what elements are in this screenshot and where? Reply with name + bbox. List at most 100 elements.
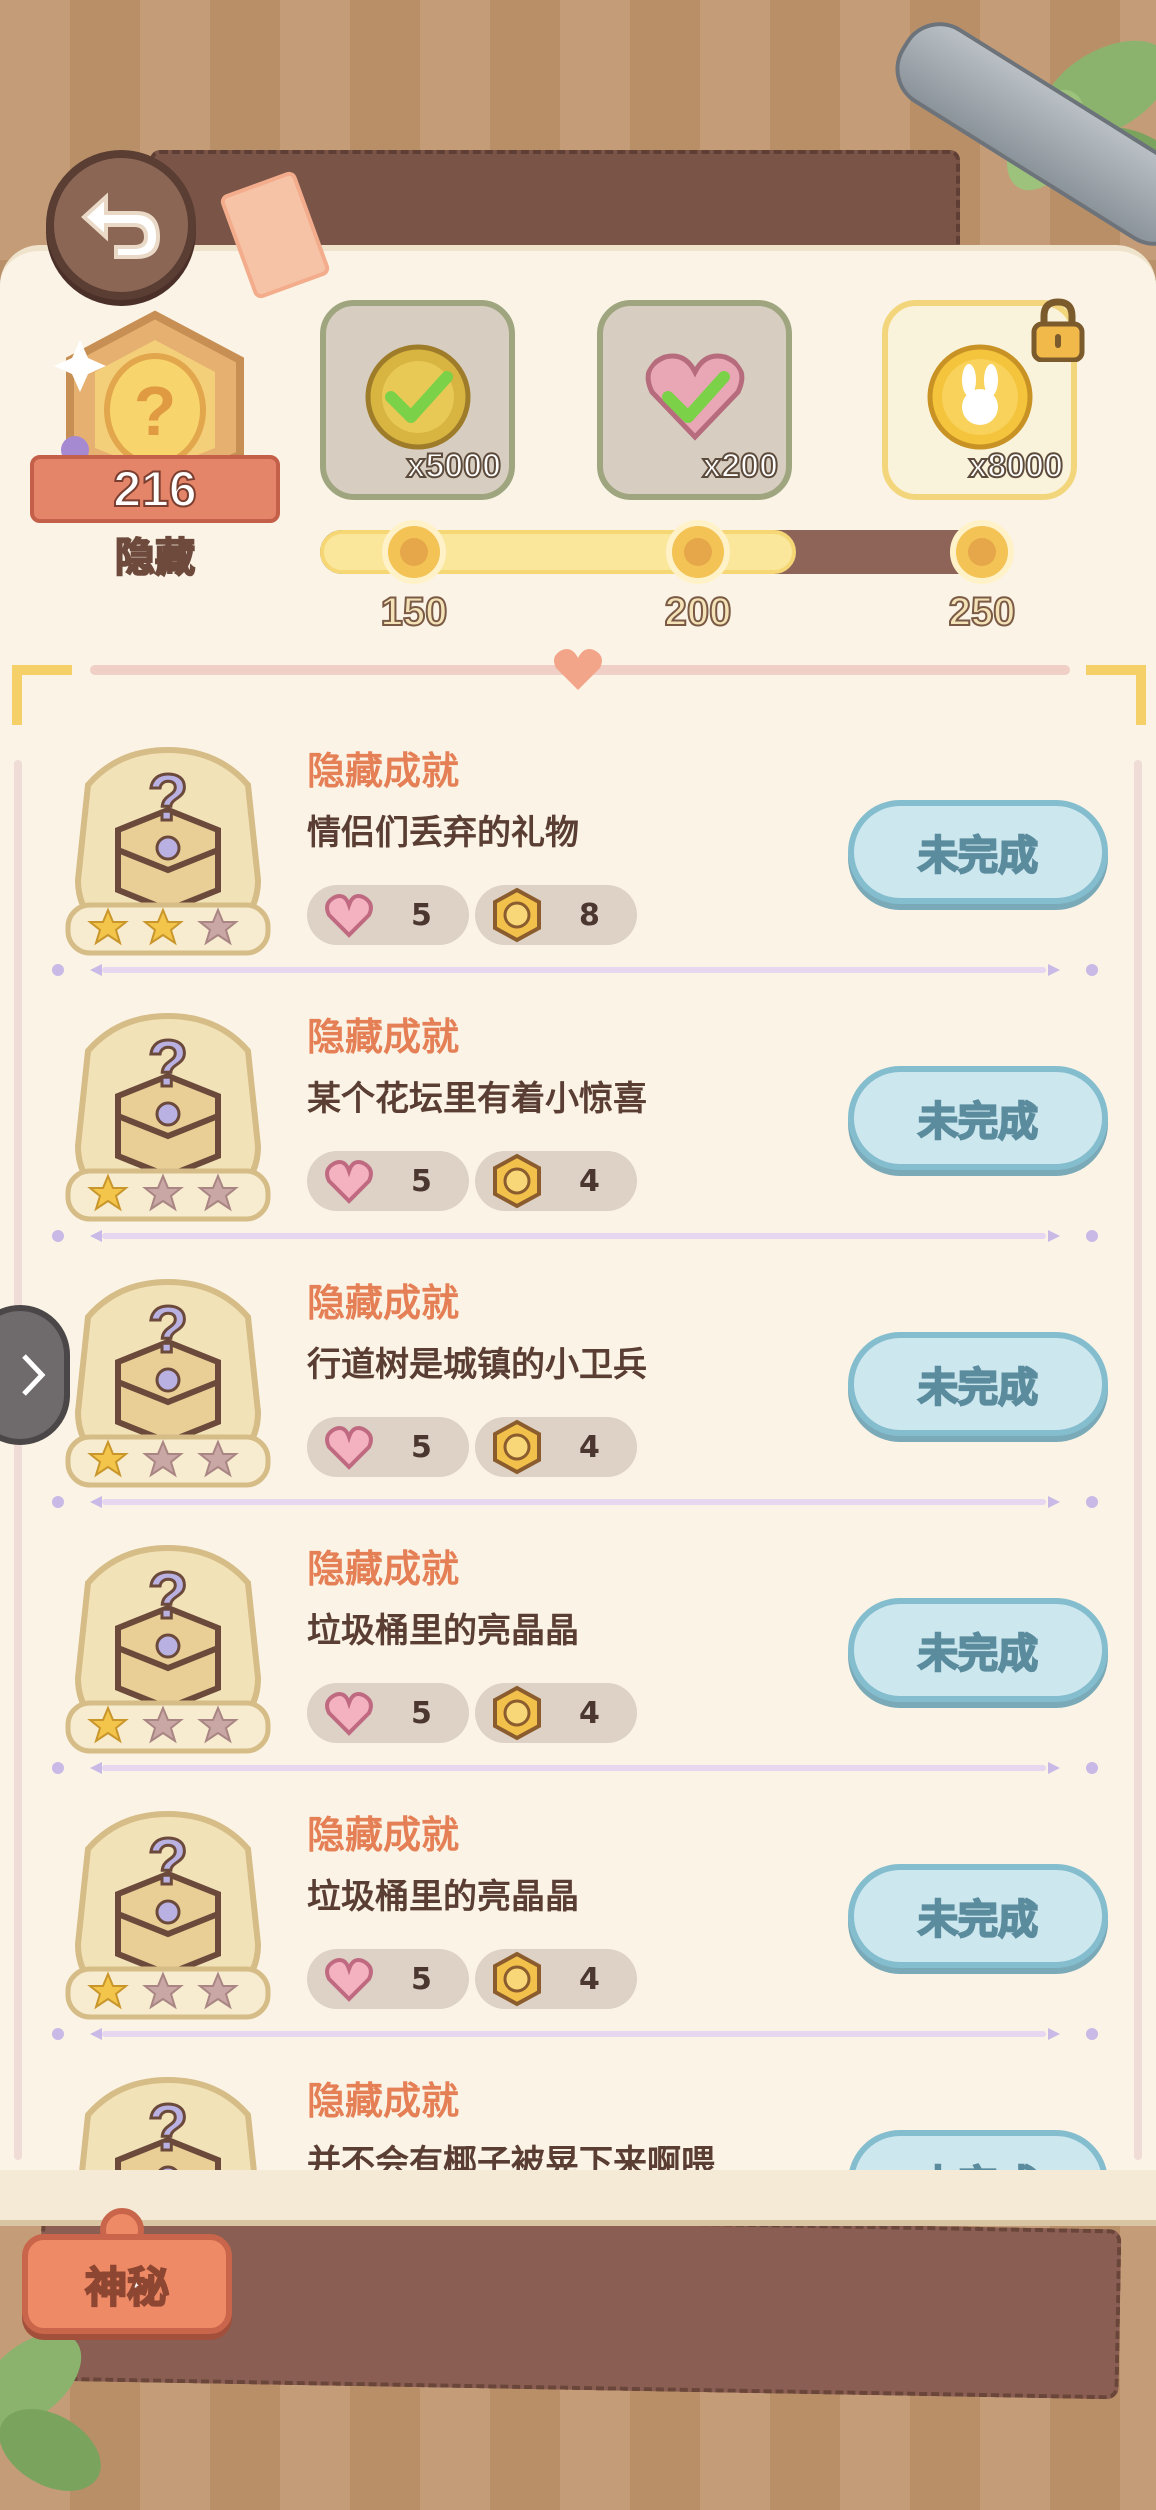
reward-quantity: x200 [701, 446, 779, 486]
svg-text:?: ? [148, 2090, 188, 2164]
heart-reward-value: 5 [411, 897, 432, 933]
achievement-description: 某个花坛里有着小惊喜 [307, 1079, 647, 1119]
heart-reward-value: 5 [411, 1695, 432, 1731]
hex-coin-icon [493, 887, 541, 943]
panel-edge [0, 2170, 1156, 2226]
item-divider [52, 2028, 1098, 2040]
heart-reward: 5 [307, 1683, 469, 1743]
heart-icon [325, 1160, 373, 1204]
hidden-achievement-icon: ? [65, 1278, 271, 1488]
hidden-achievement-icon: ? [65, 1544, 271, 1754]
achievement-count-ribbon: 216 [30, 455, 280, 523]
coin-reward-value: 4 [579, 1695, 600, 1731]
achievement-description: 并不会有椰子被晃下来啊喂 [307, 2143, 715, 2170]
svg-text:?: ? [148, 760, 188, 834]
coin-reward-value: 4 [579, 1961, 600, 1997]
status-button[interactable]: 未完成 [848, 1598, 1108, 1702]
heart-reward: 5 [307, 1949, 469, 2009]
milestone-node-3 [950, 520, 1014, 584]
milestone-reward-1[interactable]: x5000 [320, 300, 515, 500]
heart-reward-value: 5 [411, 1429, 432, 1465]
achievement-description: 垃圾桶里的亮晶晶 [307, 1611, 579, 1651]
side-expand-button[interactable] [0, 1305, 70, 1445]
hex-coin-icon [493, 1685, 541, 1741]
heart-icon [325, 1958, 373, 2002]
list-item: ? 隐藏成就 行道树是城镇的小卫兵 5 4 未完成 [0, 1252, 1156, 1518]
achievement-count: 216 [112, 460, 197, 518]
achievement-title: 隐藏成就 [307, 1281, 460, 1325]
heart-ornament-icon [554, 649, 602, 690]
achievement-description: 情侣们丢弃的礼物 [307, 813, 579, 853]
tab-mysterious[interactable]: 神秘 [22, 2234, 232, 2334]
svg-text:?: ? [148, 1558, 188, 1632]
item-divider [52, 964, 1098, 976]
gold-coin-icon [365, 344, 471, 450]
milestone-node-1 [382, 520, 446, 584]
achievement-list[interactable]: ? 隐藏成就 情侣们丢弃的礼物 5 8 未完成 ? 隐藏成就 某个花坛里有着小惊… [0, 720, 1156, 2170]
lock-icon [1031, 298, 1085, 362]
milestone-node-2 [666, 520, 730, 584]
milestone-label-2: 200 [664, 589, 733, 635]
svg-text:?: ? [134, 372, 177, 450]
hex-coin-icon [493, 1419, 541, 1475]
frame-corner-right [1086, 665, 1146, 725]
milestone-reward-2[interactable]: x200 [597, 300, 792, 500]
hidden-achievement-icon: ? [65, 1012, 271, 1222]
coin-reward: 4 [475, 1417, 637, 1477]
coin-reward: 4 [475, 1949, 637, 2009]
milestone-label-3: 250 [948, 589, 1017, 635]
heart-icon [325, 1692, 373, 1736]
status-button[interactable]: 未完成 [848, 2130, 1108, 2170]
achievement-title: 隐藏成就 [307, 2079, 460, 2123]
coin-reward-value: 4 [579, 1429, 600, 1465]
status-button[interactable]: 未完成 [848, 1864, 1108, 1968]
achievement-title: 隐藏成就 [307, 1813, 460, 1857]
heart-gem-icon [645, 353, 745, 441]
svg-text:?: ? [148, 1292, 188, 1366]
frame-corner-left [12, 665, 72, 725]
heart-reward-value: 5 [411, 1961, 432, 1997]
list-item: ? 隐藏成就 某个花坛里有着小惊喜 5 4 未完成 [0, 986, 1156, 1252]
hidden-achievement-icon: ? [65, 1810, 271, 2020]
heart-reward: 5 [307, 1151, 469, 1211]
item-divider [52, 1496, 1098, 1508]
hidden-achievement-icon: ? [65, 746, 271, 956]
coin-reward-value: 8 [579, 897, 600, 933]
coin-reward: 4 [475, 1683, 637, 1743]
list-item: ? 隐藏成就 情侣们丢弃的礼物 5 8 未完成 [0, 720, 1156, 986]
status-button[interactable]: 未完成 [848, 800, 1108, 904]
reward-quantity: x5000 [405, 446, 502, 486]
achievement-title: 隐藏成就 [307, 1547, 460, 1591]
list-item: ? 隐藏成就 垃圾桶里的亮晶晶 5 4 未完成 [0, 1784, 1156, 2050]
svg-text:?: ? [148, 1026, 188, 1100]
coin-reward: 8 [475, 885, 637, 945]
coin-reward: 4 [475, 1151, 637, 1211]
heart-icon [325, 1426, 373, 1470]
achievement-title: 隐藏成就 [307, 1015, 460, 1059]
reward-quantity: x8000 [967, 446, 1064, 486]
achievement-description: 垃圾桶里的亮晶晶 [307, 1877, 579, 1917]
bunny-coin-icon [927, 344, 1033, 450]
chevron-right-icon [22, 1354, 46, 1396]
heart-reward: 5 [307, 885, 469, 945]
hidden-achievement-icon: ? [79, 2076, 257, 2170]
heart-icon [325, 894, 373, 938]
achievement-description: 行道树是城镇的小卫兵 [307, 1345, 647, 1385]
milestone-label-1: 150 [380, 589, 449, 635]
achievement-badge: ? 216 隐藏 [20, 300, 290, 582]
back-arrow-icon [81, 192, 161, 259]
coin-reward-value: 4 [579, 1163, 600, 1199]
list-item: ? 隐藏成就 垃圾桶里的亮晶晶 5 4 未完成 [0, 1518, 1156, 1784]
status-button[interactable]: 未完成 [848, 1066, 1108, 1170]
svg-text:?: ? [148, 1824, 188, 1898]
hex-coin-icon [493, 1153, 541, 1209]
list-item: ? 隐藏成就 并不会有椰子被晃下来啊喂 未完成 [0, 2050, 1156, 2170]
achievement-category-label: 隐藏 [114, 534, 196, 582]
back-button[interactable] [46, 150, 196, 300]
status-button[interactable]: 未完成 [848, 1332, 1108, 1436]
hex-coin-icon [493, 1951, 541, 2007]
heart-reward: 5 [307, 1417, 469, 1477]
item-divider [52, 1762, 1098, 1774]
achievement-title: 隐藏成就 [307, 749, 460, 793]
item-divider [52, 1230, 1098, 1242]
